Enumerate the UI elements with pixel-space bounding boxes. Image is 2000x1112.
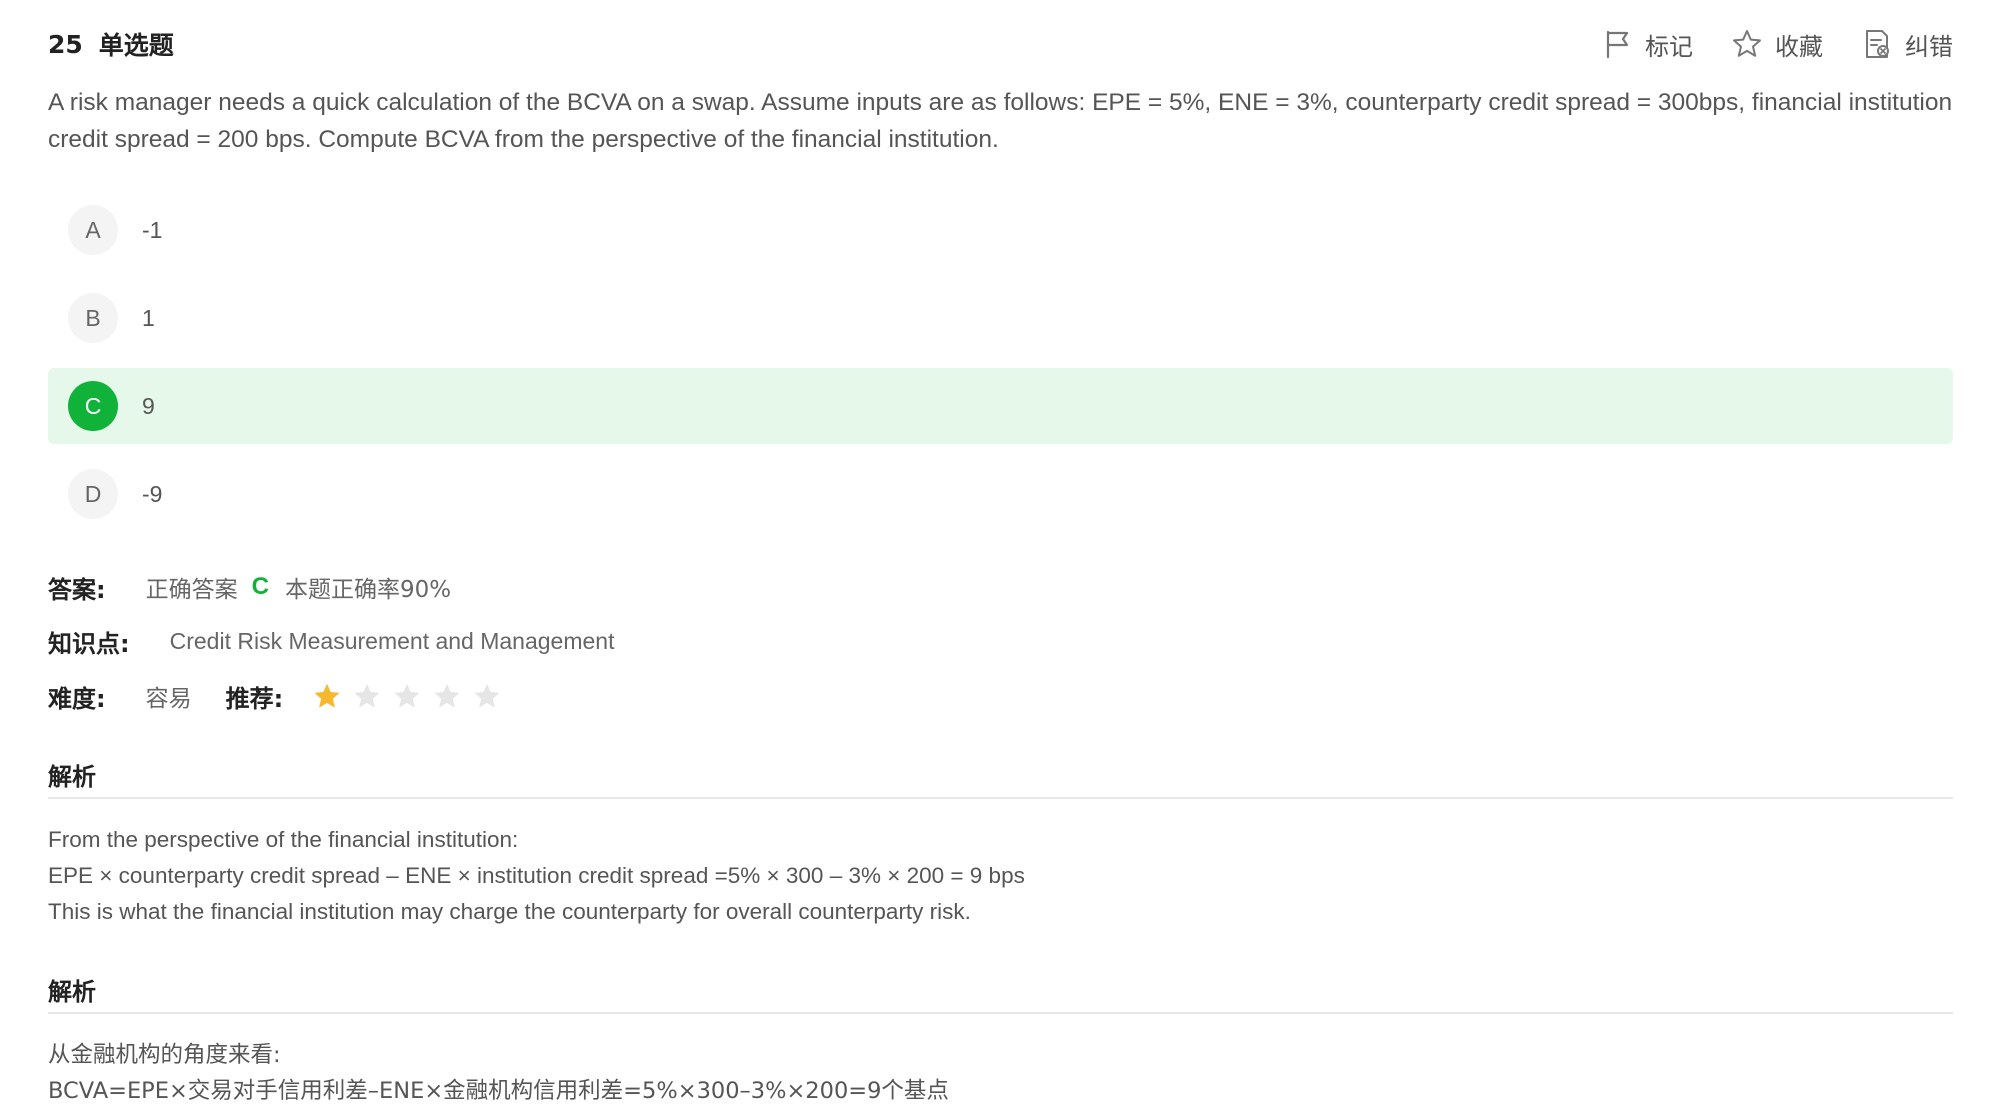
mark-button[interactable]: 标记 [1601,27,1693,62]
option-letter: C [68,381,118,431]
knowledge-label: 知识点: [48,629,130,658]
favorite-button[interactable]: 收藏 [1731,27,1823,62]
question-number: 25 [48,29,83,59]
difficulty-label: 难度: [48,684,106,713]
option-letter: B [68,293,118,343]
answer-label: 答案: [48,575,106,604]
analysis-en-title: 解析 [48,757,1953,799]
mark-label: 标记 [1645,32,1693,61]
star-empty-icon [434,683,460,708]
analysis-en-line-3: This is what the financial institution m… [48,899,971,924]
report-document-icon [1866,30,1889,58]
question-toolbar: 标记 收藏 纠错 [1563,27,1953,62]
knowledge-value: Credit Risk Measurement and Management [169,627,615,654]
report-error-button[interactable]: 纠错 [1861,27,1953,62]
option-text: 9 [142,392,155,419]
difficulty-row: 难度: 容易 推荐: [48,676,513,716]
option-a[interactable]: A -1 [48,192,1953,268]
question-title: 25 单选题 [48,26,174,62]
star-empty-icon [474,683,500,708]
question-text: A risk manager needs a quick calculation… [48,89,1953,153]
flag-icon [1606,30,1629,59]
analysis-en-line-2: EPE × counterparty credit spread – ENE ×… [48,863,1025,888]
recommend-label: 推荐: [225,684,284,713]
option-list: A -1 B 1 C 9 D -9 [48,192,1953,544]
answer-row: 答案: 正确答案 C 本题正确率90% [48,567,451,607]
analysis-cn-line-2: BCVA=EPE×交易对手信用利差–ENE×金融机构信用利差=5%×300–3%… [48,1078,949,1104]
star-empty-icon [394,683,420,708]
question-type: 单选题 [98,31,174,60]
star-filled-icon [314,683,340,708]
analysis-cn-title: 解析 [48,972,1953,1014]
star-empty-icon [354,683,380,708]
knowledge-row: 知识点: Credit Risk Measurement and Managem… [48,621,614,661]
difficulty-value: 容易 [145,686,192,712]
recommend-rating [313,682,513,710]
analysis-en-line-1: From the perspective of the financial in… [48,827,519,852]
option-text: 1 [142,304,155,331]
option-b[interactable]: B 1 [48,280,1953,356]
correct-answer-prefix: 正确答案 [145,577,238,603]
star-outline-icon [1733,30,1761,57]
option-letter: A [68,205,118,255]
report-error-label: 纠错 [1905,32,1953,61]
accuracy-text: 本题正确率90% [284,577,452,603]
question-header: 25 单选题 标记 收藏 纠错 [48,22,1953,66]
favorite-label: 收藏 [1775,32,1823,61]
option-d[interactable]: D -9 [48,456,1953,532]
option-text: -1 [142,216,163,243]
option-text: -9 [142,480,163,507]
option-c-correct[interactable]: C 9 [48,368,1953,444]
correct-answer-letter: C [251,573,269,600]
analysis-cn-line-1: 从金融机构的角度来看: [48,1042,281,1068]
option-letter: D [68,469,118,519]
